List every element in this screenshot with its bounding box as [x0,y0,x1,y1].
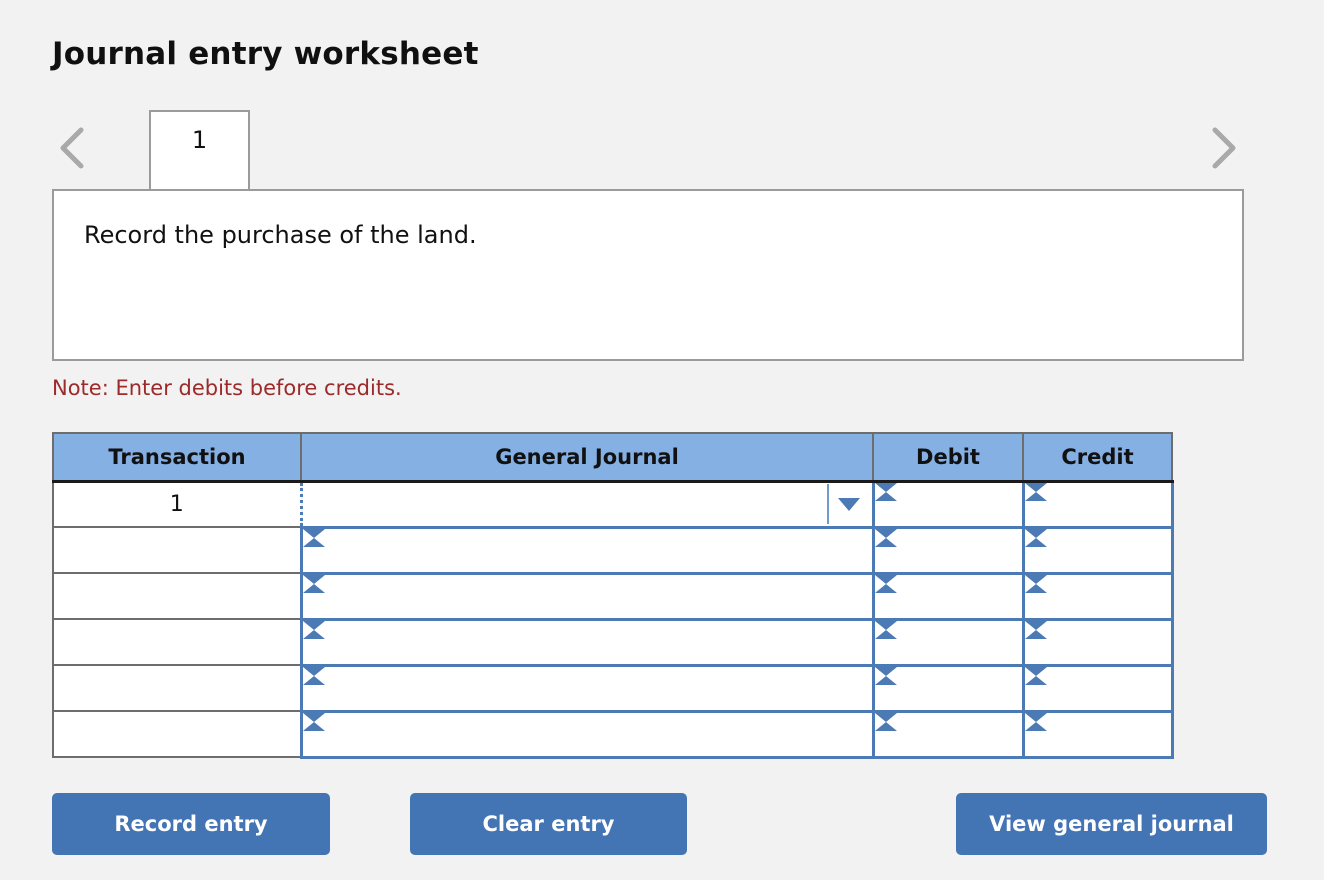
column-header-credit: Credit [1022,432,1173,483]
chevron-right-icon[interactable] [1200,122,1244,174]
credit-cell-6[interactable] [1021,709,1174,759]
general-journal-cell-3[interactable] [299,571,875,621]
cell-marker-icon [874,482,897,501]
cell-marker-icon [302,574,325,593]
transaction-cell-1[interactable]: 1 [52,480,302,528]
cell-marker-icon [302,620,325,639]
debit-cell-3[interactable] [871,571,1025,621]
cell-marker-icon [1024,712,1047,731]
debit-cell-2[interactable] [871,525,1025,575]
cell-marker-icon [1024,528,1047,547]
worksheet-tab-strip: 1 [52,108,1244,191]
record-entry-button[interactable]: Record entry [52,793,330,855]
cell-marker-icon [302,528,325,547]
page-title: Journal entry worksheet [52,36,479,72]
cell-marker-icon [1024,666,1047,685]
journal-entry-table: Transaction General Journal Debit Credit… [52,432,1174,759]
cell-marker-icon [302,712,325,731]
cell-marker-icon [874,528,897,547]
transaction-cell-2[interactable] [52,526,302,574]
table-header-row: Transaction General Journal Debit Credit [52,432,1173,483]
general-journal-cell-5[interactable] [299,663,875,713]
instruction-panel: Record the purchase of the land. [52,189,1244,361]
transaction-cell-3[interactable] [52,572,302,620]
dropdown-separator [826,484,829,524]
credit-cell-1[interactable] [1021,479,1174,529]
general-journal-cell-2[interactable] [299,525,875,575]
note-text: Note: Enter debits before credits. [52,376,402,400]
transaction-cell-6[interactable] [52,710,302,758]
general-journal-select-1[interactable] [299,479,875,529]
worksheet-tab-label: 1 [191,126,208,154]
table-row [52,571,1174,621]
chevron-left-icon[interactable] [52,122,96,174]
worksheet-tab-1[interactable]: 1 [149,110,250,191]
debit-cell-6[interactable] [871,709,1025,759]
debit-cell-5[interactable] [871,663,1025,713]
cell-marker-icon [1024,574,1047,593]
column-header-debit: Debit [872,432,1024,483]
general-journal-cell-6[interactable] [299,709,875,759]
column-header-general-journal: General Journal [300,432,874,483]
cell-marker-icon [874,574,897,593]
table-row [52,617,1174,667]
cell-marker-icon [874,620,897,639]
transaction-cell-5[interactable] [52,664,302,712]
table-row [52,709,1174,759]
instruction-text: Record the purchase of the land. [84,221,477,249]
cell-marker-icon [302,666,325,685]
debit-cell-1[interactable] [871,479,1025,529]
dropdown-control [303,483,872,526]
chevron-down-icon[interactable] [837,497,860,511]
table-row [52,525,1174,575]
transaction-cell-4[interactable] [52,618,302,666]
table-row [52,663,1174,713]
cell-marker-icon [1024,482,1047,501]
credit-cell-2[interactable] [1021,525,1174,575]
cell-marker-icon [874,712,897,731]
clear-entry-button[interactable]: Clear entry [410,793,687,855]
table-row: 1 [52,479,1174,529]
column-header-transaction: Transaction [52,432,302,483]
cell-marker-icon [1024,620,1047,639]
view-general-journal-button[interactable]: View general journal [956,793,1267,855]
general-journal-cell-4[interactable] [299,617,875,667]
credit-cell-3[interactable] [1021,571,1174,621]
credit-cell-5[interactable] [1021,663,1174,713]
cell-marker-icon [874,666,897,685]
credit-cell-4[interactable] [1021,617,1174,667]
debit-cell-4[interactable] [871,617,1025,667]
